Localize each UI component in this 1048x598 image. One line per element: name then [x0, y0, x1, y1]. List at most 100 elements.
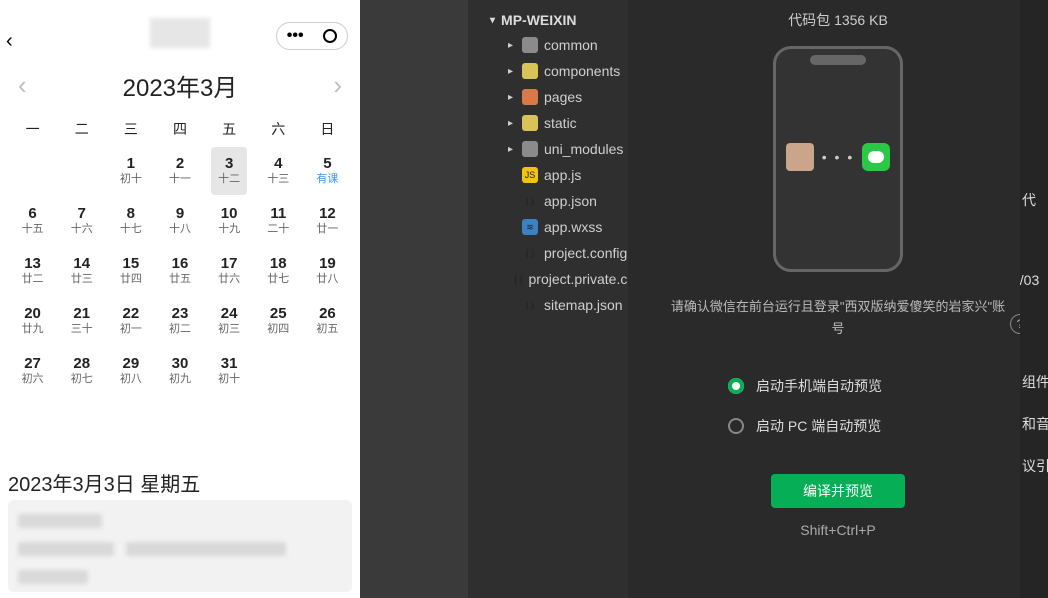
day-number: 5	[323, 156, 331, 173]
calendar-cell[interactable]: 20廿九	[8, 296, 57, 346]
calendar-cell[interactable]: 22初一	[106, 296, 155, 346]
file-tree-item-label: app.json	[544, 193, 597, 209]
day-number: 19	[319, 256, 336, 273]
day-number: 8	[127, 206, 135, 223]
day-lunar: 廿一	[316, 223, 338, 236]
calendar-cell[interactable]: 13廿二	[8, 246, 57, 296]
calendar-cell[interactable]: 31初十	[205, 346, 254, 396]
calendar-cell[interactable]: 5有课	[303, 146, 352, 196]
back-icon[interactable]: ‹	[6, 30, 13, 53]
calendar-cell[interactable]: 14廿三	[57, 246, 106, 296]
calendar-cell[interactable]: 3十二	[205, 146, 254, 196]
day-lunar: 初八	[120, 373, 142, 386]
radio-dot-icon	[728, 418, 744, 434]
day-number: 11	[270, 206, 286, 223]
day-lunar: 廿六	[218, 273, 240, 286]
day-number: 3	[225, 156, 233, 173]
folder-icon	[522, 89, 538, 105]
phone-illustration: • • •	[773, 46, 903, 272]
calendar-cell[interactable]: 8十七	[106, 196, 155, 246]
dots-icon: • • •	[822, 149, 854, 165]
weekday-label: 一	[8, 112, 57, 146]
calendar-cell[interactable]: 18廿七	[254, 246, 303, 296]
sliver-text: 3/03	[1020, 272, 1039, 288]
wechat-icon	[862, 143, 890, 171]
day-number: 2	[176, 156, 184, 173]
calendar-cell[interactable]: 7十六	[57, 196, 106, 246]
calendar-cell[interactable]: 26初五	[303, 296, 352, 346]
calendar-cell	[57, 146, 106, 196]
radio-pc-preview[interactable]: 启动 PC 端自动预览	[728, 406, 948, 446]
file-icon: { }	[522, 297, 538, 313]
day-lunar: 初九	[169, 373, 191, 386]
calendar-cell[interactable]: 12廿一	[303, 196, 352, 246]
calendar-cell[interactable]: 28初七	[57, 346, 106, 396]
calendar-cell[interactable]: 2十一	[155, 146, 204, 196]
day-lunar: 廿八	[316, 273, 338, 286]
calendar-cell[interactable]: 6十五	[8, 196, 57, 246]
calendar-cell[interactable]: 10十九	[205, 196, 254, 246]
weekday-label: 五	[205, 112, 254, 146]
calendar-cell[interactable]: 9十八	[155, 196, 204, 246]
calendar-cell[interactable]: 17廿六	[205, 246, 254, 296]
calendar-cell[interactable]: 25初四	[254, 296, 303, 346]
day-number: 20	[24, 306, 41, 323]
preview-panel: 代码包 1356 KB • • • 请确认微信在前台运行且登录"西双版纳爱傻笑的…	[628, 0, 1048, 598]
calendar-cell[interactable]: 11二十	[254, 196, 303, 246]
calendar-cell[interactable]: 1初十	[106, 146, 155, 196]
radio-mobile-label: 启动手机端自动预览	[756, 376, 882, 396]
day-lunar: 十二	[218, 173, 240, 186]
cal-prev-icon[interactable]: ‹	[18, 70, 27, 101]
cal-next-icon[interactable]: ›	[333, 70, 342, 101]
calendar-cell	[254, 346, 303, 396]
day-lunar: 十九	[218, 223, 240, 236]
compile-preview-button[interactable]: 编译并预览	[771, 474, 905, 508]
calendar-cell[interactable]: 21三十	[57, 296, 106, 346]
calendar-cell[interactable]: 27初六	[8, 346, 57, 396]
day-number: 12	[319, 206, 336, 223]
capsule-close-icon[interactable]	[323, 29, 337, 43]
day-number: 1	[127, 156, 135, 173]
day-number: 23	[172, 306, 189, 323]
calendar-cell[interactable]: 23初二	[155, 296, 204, 346]
calendar-cell[interactable]: 19廿八	[303, 246, 352, 296]
calendar-cell	[303, 346, 352, 396]
weekday-label: 日	[303, 112, 352, 146]
day-number: 13	[24, 256, 41, 273]
calendar-cell[interactable]: 24初三	[205, 296, 254, 346]
day-number: 26	[319, 306, 336, 323]
capsule-menu-icon[interactable]: •••	[287, 27, 304, 45]
login-hint: 请确认微信在前台运行且登录"西双版纳爱傻笑的岩家兴"账号 ?	[652, 296, 1024, 340]
day-lunar: 十五	[22, 223, 44, 236]
file-tree-item-label: uni_modules	[544, 141, 623, 157]
chevron-right-icon: ▸	[508, 144, 516, 155]
day-lunar: 有课	[316, 173, 338, 186]
sliver-text: 代	[1022, 190, 1036, 210]
cal-title: 2023年3月	[123, 68, 238, 103]
user-avatar	[786, 143, 814, 171]
day-lunar: 十六	[71, 223, 93, 236]
calendar-cell[interactable]: 29初八	[106, 346, 155, 396]
day-number: 4	[274, 156, 282, 173]
calendar-cell[interactable]: 30初九	[155, 346, 204, 396]
calendar-cell[interactable]: 4十三	[254, 146, 303, 196]
radio-dot-icon	[728, 378, 744, 394]
devtools-pane: MP-WEIXIN ▸common▸components▸pages▸stati…	[468, 0, 1048, 598]
editor-gap	[360, 0, 468, 598]
miniprogram-title-blur	[150, 18, 210, 48]
miniprogram-capsule[interactable]: •••	[276, 22, 348, 50]
day-number: 9	[176, 206, 184, 223]
day-number: 21	[73, 306, 90, 323]
day-number: 6	[28, 206, 36, 223]
day-number: 29	[123, 356, 140, 373]
calendar-cell[interactable]: 16廿五	[155, 246, 204, 296]
selected-date-label: 2023年3月3日 星期五	[8, 468, 200, 497]
day-lunar: 十三	[267, 173, 289, 186]
day-number: 15	[123, 256, 140, 273]
radio-mobile-preview[interactable]: 启动手机端自动预览	[728, 366, 948, 406]
day-number: 22	[123, 306, 140, 323]
event-card-blur	[8, 500, 352, 592]
sliver-text: 议引	[1022, 456, 1048, 476]
radio-pc-label: 启动 PC 端自动预览	[756, 416, 881, 436]
calendar-cell[interactable]: 15廿四	[106, 246, 155, 296]
